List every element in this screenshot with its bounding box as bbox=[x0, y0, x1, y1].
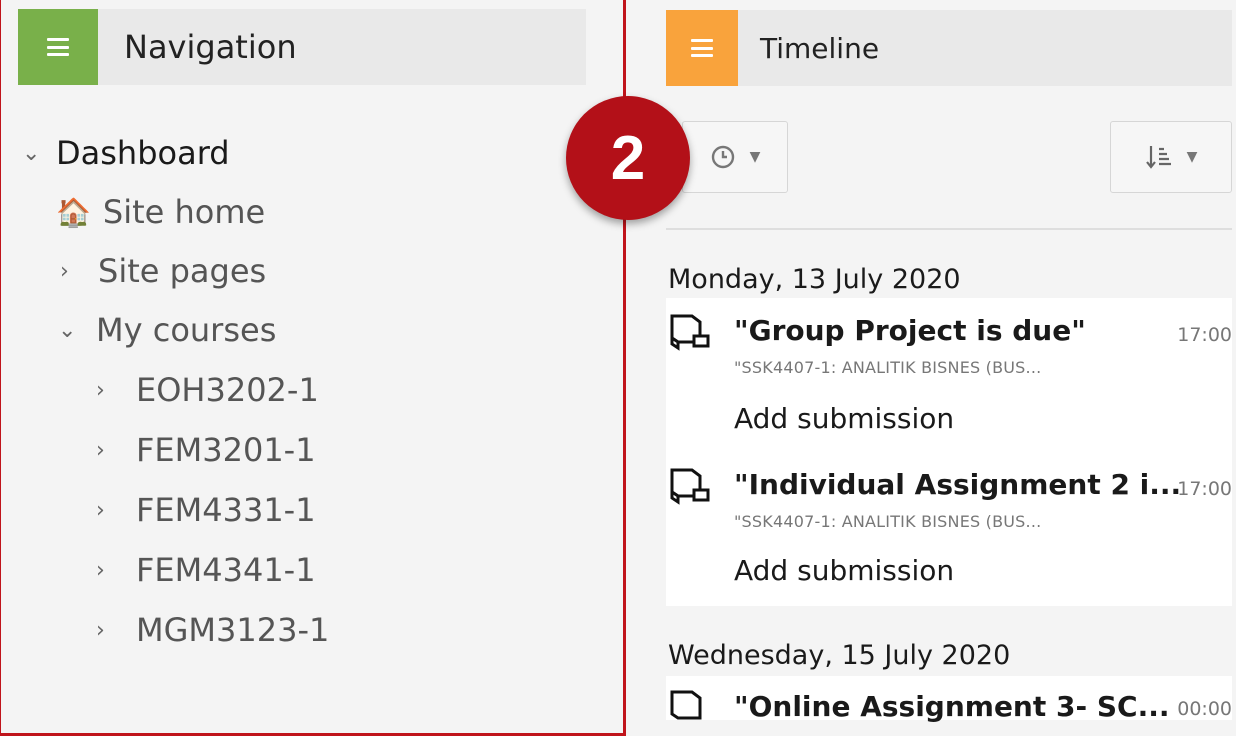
timeline-day-card: "Group Project is due" 17:00 "SSK4407-1:… bbox=[666, 298, 1232, 606]
nav-item-label: FEM3201-1 bbox=[136, 431, 316, 469]
nav-item-label: EOH3202-1 bbox=[136, 371, 319, 409]
nav-item-label: FEM4331-1 bbox=[136, 491, 316, 529]
chevron-right-icon: › bbox=[96, 557, 105, 583]
nav-item-label: MGM3123-1 bbox=[136, 611, 330, 649]
home-icon: 🏠 bbox=[56, 195, 91, 229]
event-name-link[interactable]: "Online Assignment 3- SC... bbox=[734, 690, 1169, 723]
navigation-title: Navigation bbox=[124, 28, 297, 66]
nav-item-label: Dashboard bbox=[56, 134, 230, 172]
chevron-down-icon: ⌄ bbox=[22, 140, 41, 166]
add-submission-link[interactable]: Add submission bbox=[734, 554, 954, 587]
nav-item-course[interactable]: › FEM4341-1 bbox=[96, 551, 316, 589]
navigation-menu-button[interactable] bbox=[18, 9, 98, 85]
hamburger-icon bbox=[691, 39, 713, 57]
chevron-right-icon: › bbox=[96, 497, 105, 523]
timeline-day-heading: Monday, 13 July 2020 bbox=[668, 264, 961, 295]
chevron-right-icon: › bbox=[96, 377, 105, 403]
nav-item-label: Site home bbox=[102, 193, 266, 231]
timeline-menu-button[interactable] bbox=[666, 10, 738, 86]
event-time: 17:00 bbox=[1177, 324, 1232, 346]
chevron-right-icon: › bbox=[60, 258, 69, 284]
timeline-title: Timeline bbox=[760, 31, 880, 65]
hamburger-icon bbox=[47, 38, 69, 56]
event-time: 17:00 bbox=[1177, 478, 1232, 500]
timeline-filter-dropdown[interactable]: ▼ bbox=[682, 121, 788, 193]
sort-icon bbox=[1145, 146, 1171, 169]
timeline-header: Timeline bbox=[666, 10, 1232, 86]
nav-item-course[interactable]: › FEM3201-1 bbox=[96, 431, 316, 469]
navigation-header: Navigation bbox=[18, 9, 586, 85]
chevron-right-icon: › bbox=[96, 617, 105, 643]
nav-item-label: FEM4341-1 bbox=[136, 551, 316, 589]
clock-icon bbox=[711, 145, 734, 169]
assignment-icon bbox=[670, 314, 710, 351]
nav-item-my-courses[interactable]: ⌄ My courses bbox=[58, 311, 276, 349]
chevron-right-icon: › bbox=[96, 437, 105, 463]
event-time: 00:00 bbox=[1177, 698, 1232, 720]
assignment-icon bbox=[670, 690, 702, 720]
nav-item-site-pages[interactable]: › Site pages bbox=[60, 252, 266, 290]
event-name-link[interactable]: "Group Project is due" bbox=[734, 314, 1086, 347]
timeline-day-heading: Wednesday, 15 July 2020 bbox=[668, 640, 1011, 671]
assignment-icon bbox=[670, 468, 710, 505]
nav-item-label: Site pages bbox=[98, 252, 267, 290]
caret-down-icon: ▼ bbox=[749, 149, 761, 165]
event-name-link[interactable]: "Individual Assignment 2 i... bbox=[734, 468, 1181, 501]
event-course: "SSK4407-1: ANALITIK BISNES (BUS... bbox=[734, 358, 1042, 377]
navigation-block: Navigation ⌄ Dashboard 🏠 Site home › Sit… bbox=[0, 0, 626, 720]
nav-item-course[interactable]: › MGM3123-1 bbox=[96, 611, 329, 649]
nav-item-course[interactable]: › EOH3202-1 bbox=[96, 371, 319, 409]
nav-item-label: My courses bbox=[96, 311, 277, 349]
chevron-down-icon: ⌄ bbox=[58, 317, 77, 343]
timeline-day-card: "Online Assignment 3- SC... 00:00 bbox=[666, 676, 1232, 723]
add-submission-link[interactable]: Add submission bbox=[734, 402, 954, 435]
event-course: "SSK4407-1: ANALITIK BISNES (BUS... bbox=[734, 512, 1042, 531]
timeline-divider bbox=[666, 228, 1232, 230]
caret-down-icon: ▼ bbox=[1186, 149, 1198, 165]
nav-item-site-home[interactable]: 🏠 Site home bbox=[56, 193, 265, 231]
nav-item-course[interactable]: › FEM4331-1 bbox=[96, 491, 316, 529]
step-number-badge: 2 bbox=[566, 96, 690, 220]
timeline-sort-dropdown[interactable]: ▼ bbox=[1110, 121, 1232, 193]
nav-item-dashboard[interactable]: ⌄ Dashboard bbox=[22, 134, 230, 172]
